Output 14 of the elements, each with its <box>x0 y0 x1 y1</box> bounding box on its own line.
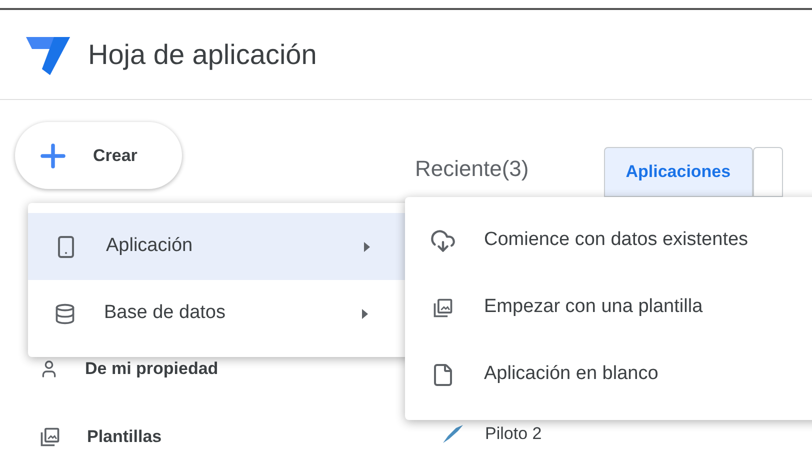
app-title: Hoja de aplicación <box>88 38 317 72</box>
sidebar-item[interactable]: Plantillas <box>87 424 162 450</box>
sidebar-item[interactable]: De mi propiedad <box>85 356 218 382</box>
create-button[interactable]: Crear <box>15 122 182 189</box>
cloud-download-icon <box>428 228 458 254</box>
tab[interactable] <box>752 147 783 197</box>
recent-heading: Reciente(3) <box>415 155 529 183</box>
gallery-icon <box>39 426 61 448</box>
database-icon <box>54 302 76 324</box>
app-name[interactable]: Piloto 2 <box>485 421 542 446</box>
logo-icon <box>26 34 70 74</box>
caret-icon <box>362 308 368 318</box>
tab[interactable]: Aplicaciones <box>604 147 753 197</box>
caret-icon <box>364 242 370 252</box>
